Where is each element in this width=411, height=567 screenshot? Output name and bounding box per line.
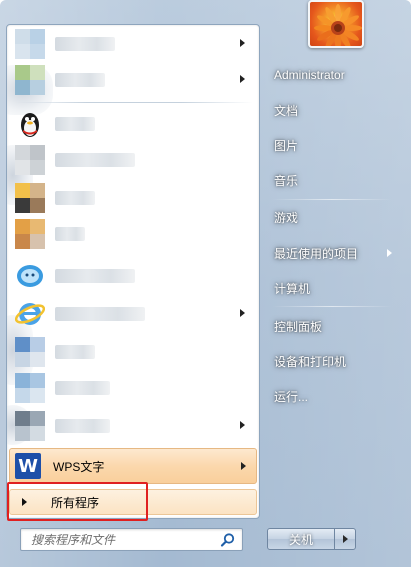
search-icon[interactable] — [220, 532, 236, 548]
blurred-app-icon — [15, 29, 45, 59]
blurred-label — [55, 345, 95, 359]
link-label: 设备和打印机 — [274, 354, 347, 369]
program-item[interactable] — [9, 27, 257, 61]
link-recent-items[interactable]: 最近使用的项目 — [264, 239, 404, 267]
search-box[interactable] — [20, 528, 243, 551]
link-label: 运行... — [274, 389, 309, 404]
program-item[interactable] — [9, 181, 257, 215]
qq-chat-icon — [15, 261, 45, 291]
submenu-arrow-icon — [241, 462, 246, 470]
all-programs-button[interactable]: 所有程序 — [9, 489, 257, 515]
all-programs-label: 所有程序 — [51, 495, 100, 510]
program-item-wps[interactable]: W WPS文字 — [9, 448, 257, 484]
blurred-label — [55, 227, 85, 241]
blurred-label — [55, 381, 110, 395]
program-item[interactable] — [9, 335, 257, 369]
blurred-label — [55, 153, 135, 167]
blurred-app-icon — [15, 219, 45, 249]
blurred-app-icon — [15, 145, 45, 175]
link-run[interactable]: 运行... — [264, 382, 404, 410]
blurred-label — [55, 191, 95, 205]
blurred-label — [55, 73, 105, 87]
separator — [272, 199, 392, 200]
link-computer[interactable]: 计算机 — [264, 274, 404, 302]
blurred-app-icon — [15, 65, 45, 95]
program-item[interactable] — [9, 297, 257, 331]
qq-penguin-icon — [15, 109, 45, 139]
shutdown-button[interactable]: 关机 — [267, 528, 335, 550]
link-label: 计算机 — [274, 281, 311, 296]
internet-explorer-icon — [14, 299, 46, 329]
program-item[interactable] — [9, 217, 257, 251]
wps-writer-icon: W — [15, 453, 41, 479]
program-label: WPS文字 — [53, 459, 105, 474]
program-item[interactable] — [9, 371, 257, 405]
program-item[interactable] — [9, 143, 257, 177]
separator — [15, 102, 253, 103]
flower-image — [314, 4, 362, 46]
blurred-label — [55, 269, 135, 283]
link-label: 最近使用的项目 — [274, 246, 359, 261]
link-label: 控制面板 — [274, 319, 323, 334]
search-input[interactable] — [31, 532, 211, 547]
link-label: 游戏 — [274, 210, 299, 225]
blurred-app-icon — [15, 411, 45, 441]
blurred-label — [55, 37, 115, 51]
submenu-arrow-icon — [240, 75, 245, 83]
link-control-panel[interactable]: 控制面板 — [264, 312, 404, 340]
program-list-pane: W WPS文字 所有程序 — [6, 24, 260, 519]
program-item[interactable] — [9, 409, 257, 443]
username-label: Administrator — [274, 68, 345, 82]
game-character-icon — [15, 183, 45, 213]
link-games[interactable]: 游戏 — [264, 203, 404, 231]
submenu-arrow-icon — [387, 249, 392, 257]
separator — [272, 306, 392, 307]
submenu-arrow-icon — [240, 39, 245, 47]
expand-arrow-icon — [22, 498, 27, 506]
user-name-link[interactable]: Administrator — [264, 61, 404, 89]
link-pictures[interactable]: 图片 — [264, 131, 404, 159]
submenu-arrow-icon — [240, 309, 245, 317]
user-avatar[interactable] — [308, 0, 364, 48]
link-label: 音乐 — [274, 173, 299, 188]
link-devices-printers[interactable]: 设备和打印机 — [264, 347, 404, 375]
link-label: 图片 — [274, 138, 299, 153]
shutdown-label: 关机 — [288, 532, 313, 547]
submenu-arrow-icon — [240, 421, 245, 429]
blurred-app-icon — [15, 373, 45, 403]
link-label: 文档 — [274, 103, 299, 118]
program-item[interactable] — [9, 107, 257, 141]
chevron-right-icon — [342, 535, 348, 543]
link-music[interactable]: 音乐 — [264, 166, 404, 194]
program-item[interactable] — [9, 259, 257, 293]
blurred-label — [55, 307, 145, 321]
program-item[interactable] — [9, 63, 257, 97]
link-documents[interactable]: 文档 — [264, 96, 404, 124]
blurred-label — [55, 117, 95, 131]
blurred-label — [55, 419, 110, 433]
blurred-app-icon — [15, 337, 45, 367]
shutdown-options-button[interactable] — [334, 528, 356, 550]
